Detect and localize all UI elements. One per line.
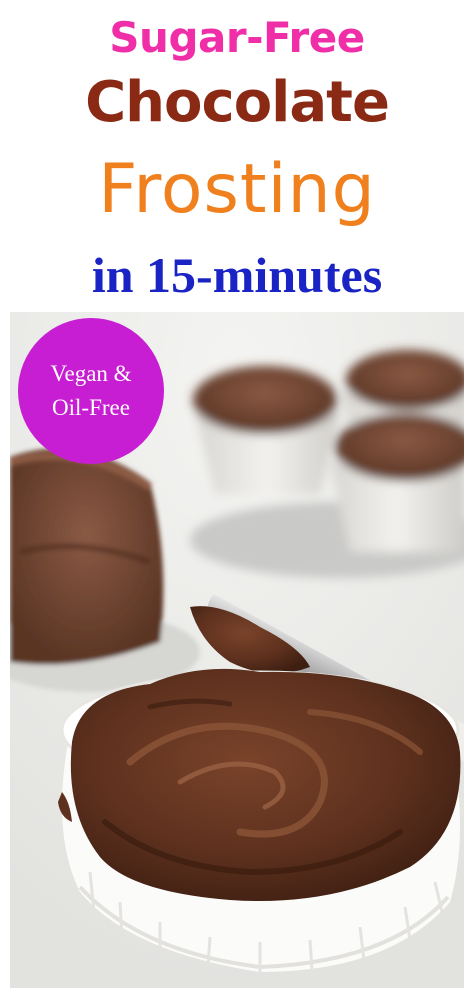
title-time: in 15-minutes <box>91 247 383 303</box>
title-sugar-free: Sugar-Free <box>109 13 365 62</box>
title-header: Sugar-Free Chocolate Frosting in 15-minu… <box>0 0 474 310</box>
title-chocolate: Chocolate <box>85 70 390 135</box>
vegan-oil-free-badge: Vegan & Oil-Free <box>18 318 164 464</box>
badge-line-vegan: Vegan & <box>50 361 132 386</box>
badge-line-oil-free: Oil-Free <box>52 395 130 420</box>
title-frosting: Frosting <box>98 150 376 229</box>
cupcakes-background <box>190 350 464 578</box>
